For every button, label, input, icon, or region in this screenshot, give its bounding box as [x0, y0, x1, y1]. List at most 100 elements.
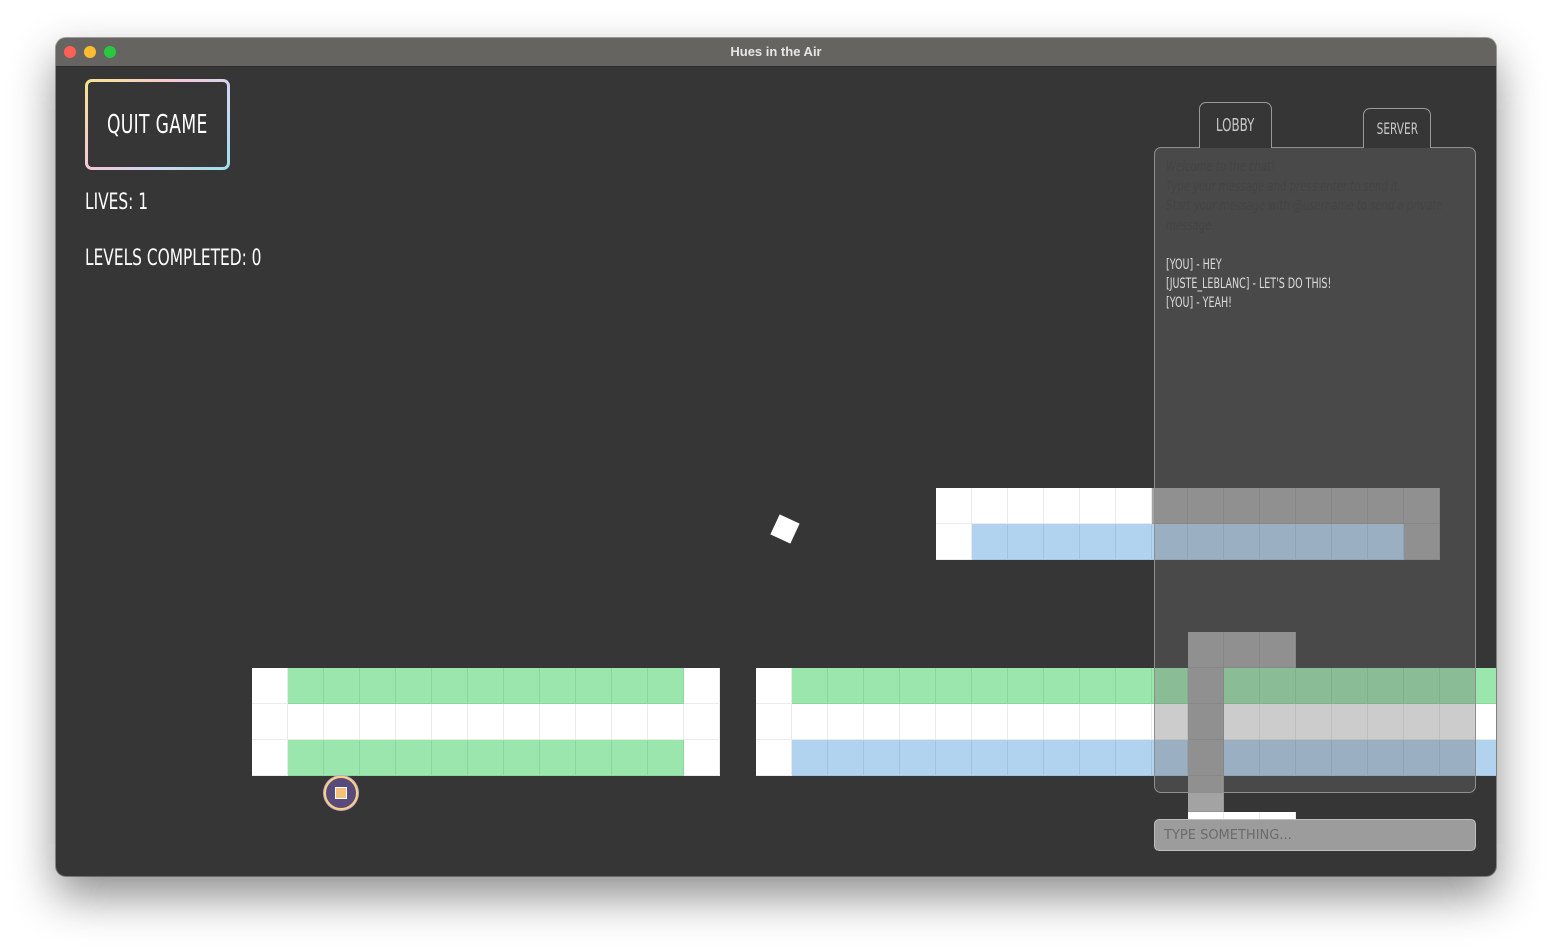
tile: [1044, 524, 1080, 560]
chat-message: [JUSTE_LEBLANC] - LET'S DO THIS!: [1166, 276, 1332, 292]
tile: [1044, 488, 1080, 524]
platform-left: [252, 668, 720, 776]
tile: [684, 704, 720, 740]
tile: [468, 740, 504, 776]
tab-server[interactable]: SERVER: [1363, 108, 1431, 148]
tile: [1080, 524, 1116, 560]
tile: [864, 668, 900, 704]
tile: [1116, 668, 1152, 704]
tile: [828, 704, 864, 740]
tab-lobby[interactable]: LOBBY: [1199, 102, 1272, 148]
tile: [972, 668, 1008, 704]
tile: [612, 668, 648, 704]
tile: [540, 740, 576, 776]
tile: [396, 668, 432, 704]
tab-server-label: SERVER: [1376, 119, 1418, 138]
tile: [504, 740, 540, 776]
tile: [1044, 704, 1080, 740]
tile: [1476, 740, 1496, 776]
tile: [1008, 704, 1044, 740]
tile: [576, 668, 612, 704]
tile: [864, 704, 900, 740]
tile: [684, 740, 720, 776]
tile: [936, 488, 972, 524]
tile: [288, 668, 324, 704]
tile: [1116, 704, 1152, 740]
tile: [612, 704, 648, 740]
tile: [612, 740, 648, 776]
tile: [972, 740, 1008, 776]
tile: [1476, 668, 1496, 704]
tile: [540, 668, 576, 704]
tile: [648, 740, 684, 776]
tile: [432, 704, 468, 740]
tile: [252, 704, 288, 740]
tile: [432, 740, 468, 776]
chat-messages: Welcome to the chat! Type your message a…: [1166, 158, 1456, 313]
lives-counter: LIVES: 1: [85, 190, 149, 215]
levels-completed-counter: LEVELS COMPLETED: 0: [85, 246, 262, 271]
tile: [900, 704, 936, 740]
tile: [360, 668, 396, 704]
tile: [540, 704, 576, 740]
chat-help-line: message.: [1166, 217, 1215, 234]
tile: [468, 668, 504, 704]
tile: [324, 740, 360, 776]
player-core: [335, 787, 347, 799]
tile: [1008, 524, 1044, 560]
game-window: Hues in the Air QUIT GAME LIVES: 1 LEVEL…: [56, 38, 1496, 876]
tile: [360, 704, 396, 740]
tile: [1080, 704, 1116, 740]
tile: [504, 704, 540, 740]
chat-message: [YOU] - YEAH!: [1166, 295, 1232, 311]
tile: [1080, 740, 1116, 776]
chat-message: [YOU] - HEY: [1166, 257, 1222, 273]
tile: [576, 740, 612, 776]
game-canvas[interactable]: QUIT GAME LIVES: 1 LEVELS COMPLETED: 0 W…: [56, 67, 1496, 876]
quit-game-button[interactable]: QUIT GAME: [85, 79, 230, 170]
tile: [684, 668, 720, 704]
tile: [936, 704, 972, 740]
tile: [1044, 668, 1080, 704]
tile: [1008, 740, 1044, 776]
tile: [648, 668, 684, 704]
chat-help-line: Type your message and press enter to sen…: [1166, 178, 1401, 195]
tile: [756, 740, 792, 776]
player-ball-icon: [324, 776, 358, 810]
tile: [432, 668, 468, 704]
tile: [756, 704, 792, 740]
window-title: Hues in the Air: [730, 44, 822, 59]
tile: [972, 524, 1008, 560]
tile: [972, 488, 1008, 524]
tile: [396, 740, 432, 776]
tile: [468, 704, 504, 740]
tile: [864, 740, 900, 776]
tile: [1116, 488, 1152, 524]
tile: [972, 704, 1008, 740]
tile: [1476, 704, 1496, 740]
tile: [324, 668, 360, 704]
tile: [360, 740, 396, 776]
tile: [1008, 488, 1044, 524]
tile: [576, 704, 612, 740]
tile: [1116, 524, 1152, 560]
tile: [1008, 668, 1044, 704]
chat-message-input[interactable]: [1154, 819, 1476, 851]
chat-panel: Welcome to the chat! Type your message a…: [1154, 147, 1476, 793]
chat-help-line: Welcome to the chat!: [1166, 159, 1276, 175]
quit-game-label: QUIT GAME: [107, 109, 208, 140]
tile: [288, 740, 324, 776]
tile: [828, 740, 864, 776]
tile: [900, 668, 936, 704]
tile: [252, 668, 288, 704]
tile: [936, 668, 972, 704]
tile: [1044, 740, 1080, 776]
tile: [828, 668, 864, 704]
tile: [1116, 740, 1152, 776]
tile: [1080, 488, 1116, 524]
tile: [504, 668, 540, 704]
tile: [936, 524, 972, 560]
tile: [1080, 668, 1116, 704]
title-bar: Hues in the Air: [56, 38, 1496, 67]
tile: [792, 740, 828, 776]
